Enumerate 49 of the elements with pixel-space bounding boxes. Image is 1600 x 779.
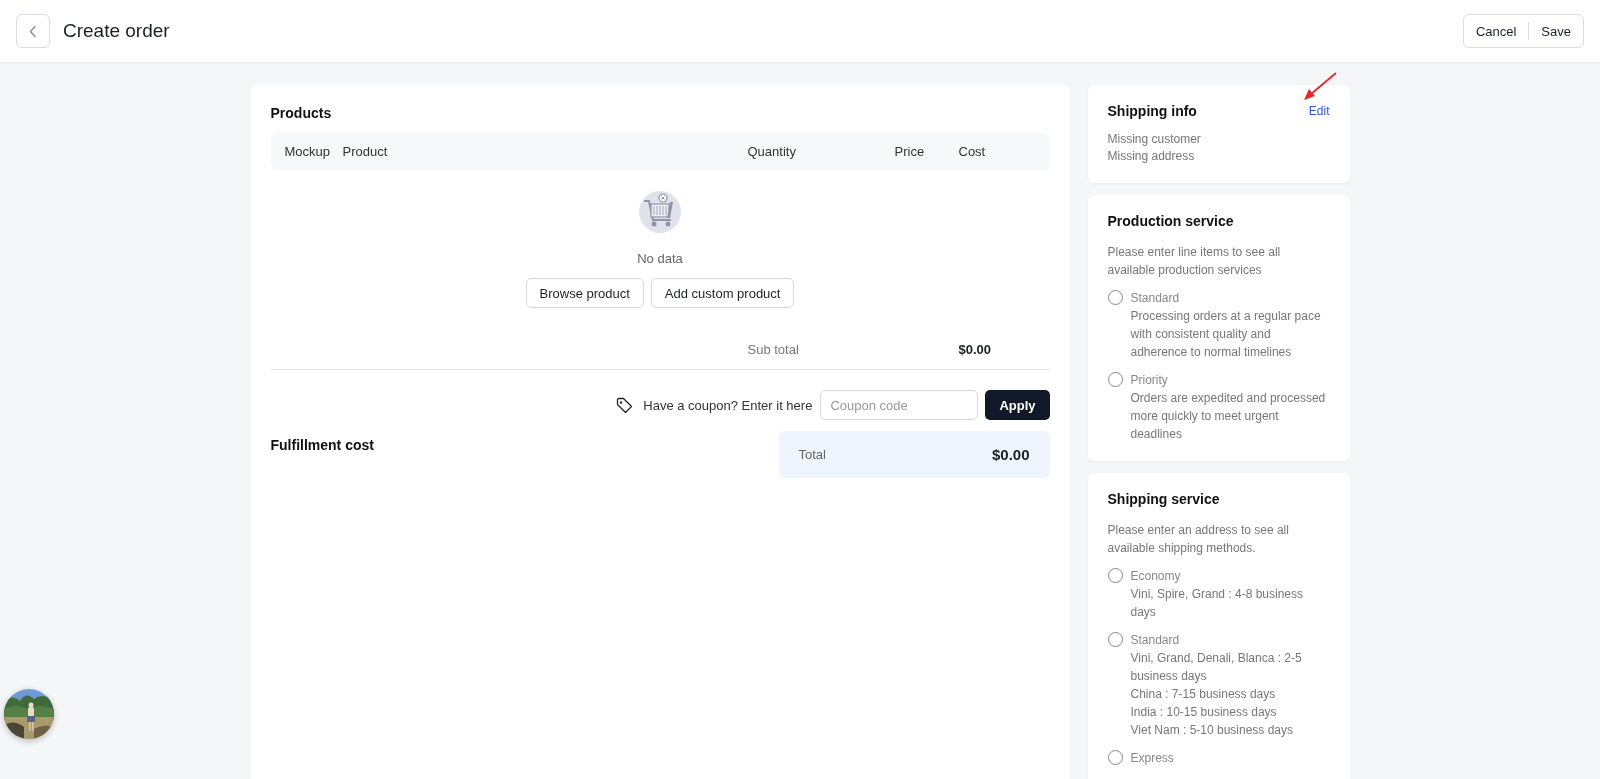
edit-link[interactable]: Edit xyxy=(1308,104,1330,118)
card-title: Shipping service xyxy=(1107,491,1221,507)
column-header: Mockup xyxy=(284,144,332,159)
column-header: Cost xyxy=(958,144,987,159)
subtotal-value: $0.00 xyxy=(958,341,993,357)
radio-button[interactable] xyxy=(1107,372,1123,387)
add-custom-product-button[interactable]: Add custom product xyxy=(650,278,795,308)
chevron-left-icon xyxy=(29,24,37,38)
status-text: Missing address xyxy=(1107,148,1196,165)
card-title: Shipping info xyxy=(1107,103,1197,119)
radio-button[interactable] xyxy=(1107,568,1123,583)
section-title: Fulfillment cost xyxy=(270,437,374,453)
radio-button[interactable] xyxy=(1107,750,1123,765)
column-header: Product xyxy=(342,144,389,159)
option-description: India : 10-15 business days xyxy=(1130,704,1278,721)
cancel-button[interactable]: Cancel xyxy=(1463,22,1529,40)
option-label: Express xyxy=(1130,750,1174,767)
save-button[interactable]: Save xyxy=(1528,22,1583,40)
total-value: $0.00 xyxy=(991,446,1030,463)
back-button[interactable] xyxy=(16,14,50,48)
empty-message: No data xyxy=(637,251,683,266)
card-title: Production service xyxy=(1107,213,1235,229)
option-description: China : 7-15 business days xyxy=(1130,686,1277,703)
status-text: Missing customer xyxy=(1107,131,1202,148)
option-label: Economy xyxy=(1130,568,1182,585)
option-description: Vini, Spire, Grand : 4-8 business days xyxy=(1130,586,1305,621)
tag-icon xyxy=(616,396,634,414)
option-description: Processing orders at a regular pace with consistent quality and adherence to normal timelines xyxy=(1130,308,1322,361)
column-header: Price xyxy=(894,144,926,159)
option-description: Vini, Grand, Denali, Blanca : 2-5 business days xyxy=(1130,650,1303,685)
radio-button[interactable] xyxy=(1107,632,1123,647)
page-title: Create order xyxy=(63,20,170,42)
hint-text: Please enter line items to see all available production services xyxy=(1107,244,1282,279)
option-description: Viet Nam : 5-10 business days xyxy=(1130,722,1295,739)
annotation-arrow xyxy=(1303,72,1337,102)
subtotal-label: Sub total xyxy=(747,341,800,357)
column-header: Quantity xyxy=(747,144,797,159)
browse-product-button[interactable]: Browse product xyxy=(525,278,644,308)
total-label: Total xyxy=(798,447,826,462)
coupon-prompt: Have a coupon? Enter it here xyxy=(643,397,813,413)
coupon-field[interactable]: Coupon code xyxy=(820,390,979,420)
option-label: Standard xyxy=(1130,632,1181,649)
radio-button[interactable] xyxy=(1107,290,1123,305)
option-label: Standard xyxy=(1130,290,1181,307)
section-title: Products xyxy=(270,105,333,121)
option-label: Priority xyxy=(1130,372,1169,389)
apply-button[interactable]: Apply xyxy=(985,390,1050,420)
hint-text: Please enter an address to see all available shipping methods. xyxy=(1107,522,1290,557)
option-description: Orders are expedited and processed more quickly to meet urgent deadlines xyxy=(1130,390,1327,443)
